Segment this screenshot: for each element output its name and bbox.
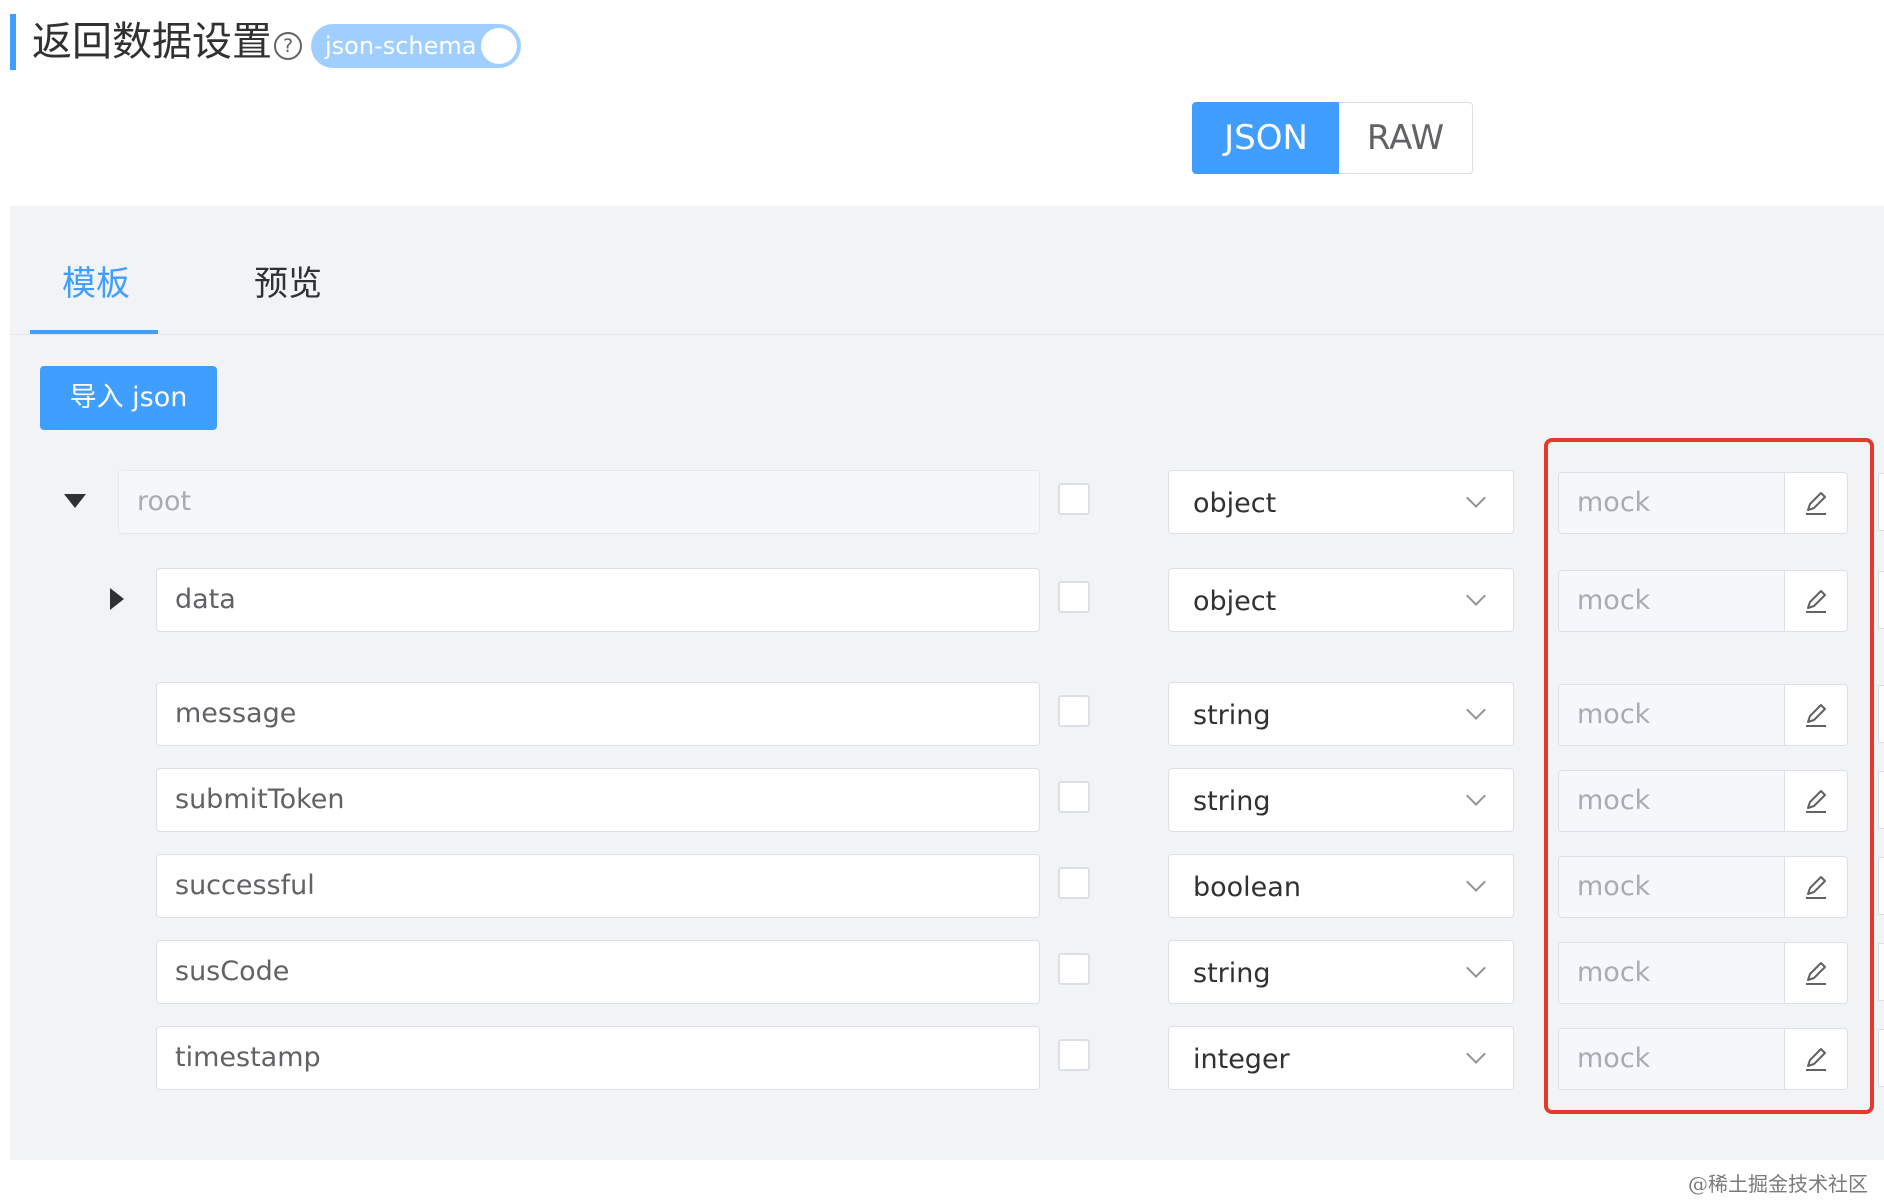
type-select-value: string — [1193, 786, 1271, 817]
type-select-value: object — [1193, 488, 1277, 519]
type-select-value: boolean — [1193, 872, 1301, 903]
type-select-value: integer — [1193, 1044, 1290, 1075]
required-checkbox[interactable] — [1058, 867, 1090, 899]
format-json-button[interactable]: JSON — [1192, 102, 1340, 174]
chevron-down-icon — [1466, 872, 1486, 892]
caret-right-icon[interactable] — [110, 588, 124, 610]
type-select-value: string — [1193, 958, 1271, 989]
caret-down-icon[interactable] — [64, 494, 86, 508]
chevron-down-icon — [1466, 786, 1486, 806]
field-name-input[interactable]: submitToken — [156, 768, 1040, 832]
field-name-input[interactable]: susCode — [156, 940, 1040, 1004]
mock-column-highlight — [1544, 438, 1874, 1114]
tab-template[interactable]: 模板 — [62, 260, 130, 308]
format-raw-button[interactable]: RAW — [1339, 102, 1473, 174]
import-json-button[interactable]: 导入 json — [40, 366, 217, 430]
required-checkbox[interactable] — [1058, 581, 1090, 613]
type-select[interactable]: string — [1168, 940, 1514, 1004]
row-action-edge[interactable] — [1878, 943, 1884, 1001]
chevron-down-icon — [1466, 1044, 1486, 1064]
json-schema-toggle-label: json-schema — [325, 32, 477, 60]
type-select-value: object — [1193, 586, 1277, 617]
chevron-down-icon — [1466, 958, 1486, 978]
required-checkbox[interactable] — [1058, 781, 1090, 813]
title-accent-bar — [10, 14, 16, 70]
question-circle-icon[interactable]: ? — [274, 32, 302, 60]
row-action-edge[interactable] — [1878, 857, 1884, 915]
watermark: @稀土掘金技术社区 — [1688, 1172, 1868, 1196]
tab-preview[interactable]: 预览 — [254, 260, 322, 308]
field-name-input[interactable]: message — [156, 682, 1040, 746]
chevron-down-icon — [1466, 586, 1486, 606]
field-name-input[interactable]: root — [118, 470, 1040, 534]
type-select[interactable]: integer — [1168, 1026, 1514, 1090]
type-select[interactable]: string — [1168, 768, 1514, 832]
row-action-edge[interactable] — [1878, 771, 1884, 829]
type-select[interactable]: boolean — [1168, 854, 1514, 918]
type-select-value: string — [1193, 700, 1271, 731]
type-select[interactable]: object — [1168, 568, 1514, 632]
row-action-edge[interactable] — [1878, 571, 1884, 629]
tab-active-indicator — [30, 330, 158, 334]
required-checkbox[interactable] — [1058, 483, 1090, 515]
chevron-down-icon — [1466, 700, 1486, 720]
section-title: 返回数据设置 — [32, 19, 272, 65]
chevron-down-icon — [1466, 488, 1486, 508]
required-checkbox[interactable] — [1058, 695, 1090, 727]
row-action-edge[interactable] — [1878, 473, 1884, 531]
required-checkbox[interactable] — [1058, 1039, 1090, 1071]
field-name-input[interactable]: data — [156, 568, 1040, 632]
field-name-input[interactable]: timestamp — [156, 1026, 1040, 1090]
tab-divider — [10, 334, 1884, 335]
required-checkbox[interactable] — [1058, 953, 1090, 985]
json-schema-toggle[interactable]: json-schema — [311, 24, 521, 68]
field-name-input[interactable]: successful — [156, 854, 1040, 918]
toggle-knob — [481, 28, 517, 64]
row-action-edge[interactable] — [1878, 685, 1884, 743]
row-action-edge[interactable] — [1878, 1029, 1884, 1087]
type-select[interactable]: string — [1168, 682, 1514, 746]
type-select[interactable]: object — [1168, 470, 1514, 534]
